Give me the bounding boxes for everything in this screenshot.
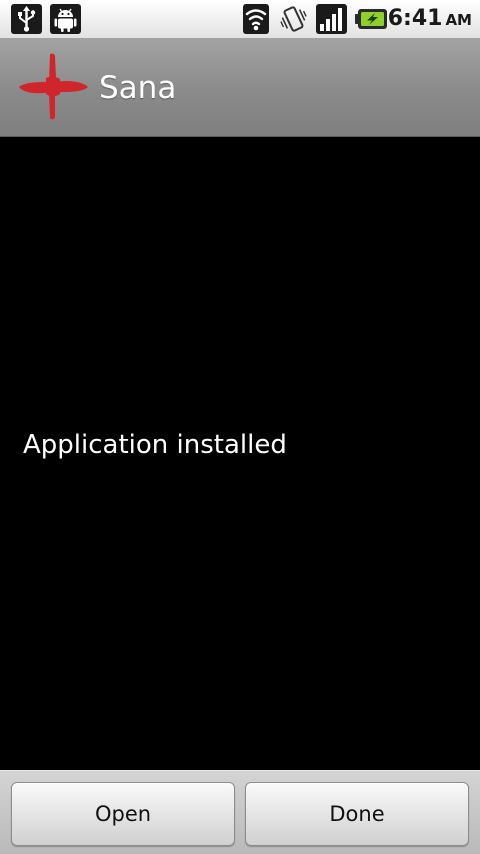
clock-ampm: AM <box>445 11 472 29</box>
signal-icon <box>316 4 347 34</box>
done-button[interactable]: Done <box>245 782 469 846</box>
wifi-icon <box>243 4 269 34</box>
status-clock: 6:41 AM <box>388 5 472 34</box>
clock-time: 6:41 <box>387 6 443 31</box>
app-title: Sana <box>99 70 177 106</box>
screen: 6:41 AM Sana Application installed Open D… <box>0 0 480 854</box>
button-bar: Open Done <box>0 770 480 854</box>
battery-charging-icon <box>354 4 388 34</box>
title-bar: Sana <box>0 38 480 137</box>
usb-icon <box>11 4 42 34</box>
red-cross-logo-icon <box>16 50 92 124</box>
open-button[interactable]: Open <box>11 782 235 846</box>
status-bar: 6:41 AM <box>0 0 480 39</box>
vibrate-icon <box>278 4 309 34</box>
android-debug-icon <box>50 4 81 34</box>
main-content: Application installed <box>0 137 480 770</box>
install-status-message: Application installed <box>23 430 287 460</box>
